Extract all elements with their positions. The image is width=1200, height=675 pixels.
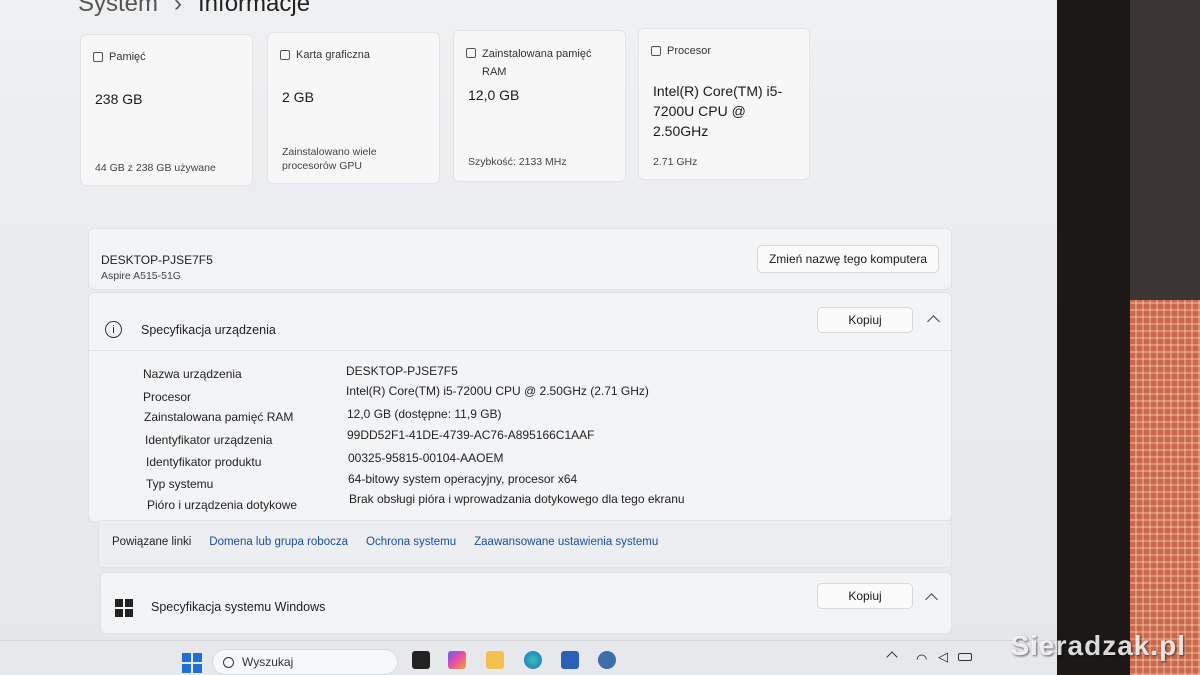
task-view-icon[interactable]: [412, 651, 430, 669]
card-ram: Zainstalowana pamięć RAM 12,0 GB Szybkoś…: [453, 30, 626, 182]
spec-label: Nazwa urządzenia: [143, 367, 242, 381]
spec-value: Brak obsługi pióra i wprowadzania dotyko…: [349, 492, 685, 506]
card-value: 2 GB: [282, 89, 314, 105]
spec-label: Identyfikator urządzenia: [145, 433, 273, 447]
graphics-card-icon: [280, 50, 290, 60]
card-detail: Szybkość: 2133 MHz: [468, 156, 567, 168]
spec-label: Identyfikator produktu: [146, 455, 262, 469]
memory-icon: [466, 48, 476, 58]
background-wall: [1128, 0, 1200, 300]
start-icon[interactable]: [182, 653, 202, 673]
windows-logo-icon: [115, 599, 133, 617]
spec-value: 00325-95815-00104-AAOEM: [348, 451, 504, 465]
card-title: Karta graficzna: [296, 49, 370, 61]
link-system-protection[interactable]: Ochrona systemu: [366, 536, 456, 548]
taskbar-search[interactable]: Wyszukaj: [212, 649, 398, 675]
storage-icon: [93, 52, 103, 62]
settings-gear-icon[interactable]: [598, 651, 616, 669]
battery-icon[interactable]: [958, 653, 972, 661]
spec-label: Pióro i urządzenia dotykowe: [147, 498, 298, 512]
volume-icon[interactable]: ◁: [938, 649, 948, 665]
link-domain-workgroup[interactable]: Domena lub grupa robocza: [209, 536, 348, 548]
background-tablecloth: [1128, 300, 1200, 675]
watermark-text: Sieradzak.pl: [1010, 630, 1186, 661]
computer-name-panel: DESKTOP-PJSE7F5 Aspire A515-51G Zmień na…: [88, 228, 952, 290]
card-value: 238 GB: [95, 91, 143, 107]
card-processor: Procesor Intel(R) Core(TM) i5-7200U CPU …: [638, 28, 810, 180]
info-icon: i: [105, 321, 122, 338]
spec-value: 99DD52F1-41DE-4739-AC76-A895166C1AAF: [347, 428, 595, 442]
search-icon: [223, 656, 234, 668]
copilot-icon[interactable]: [448, 651, 466, 669]
computer-name: DESKTOP-PJSE7F5: [101, 253, 213, 267]
search-placeholder: Wyszukaj: [242, 655, 294, 669]
card-value: 12,0 GB: [468, 87, 520, 103]
card-value: Intel(R) Core(TM) i5-7200U CPU @ 2.50GHz: [653, 83, 783, 139]
card-title: Pamięć: [109, 51, 146, 63]
breadcrumb: System › Informacje: [78, 0, 310, 18]
store-icon[interactable]: [561, 651, 579, 669]
chevron-up-icon[interactable]: [886, 651, 898, 663]
card-detail: Zainstalowano wiele procesorów GPU: [282, 146, 377, 172]
spec-label: Procesor: [143, 390, 192, 404]
related-links: Powiązane linki Domena lub grupa robocza…: [112, 536, 658, 548]
copy-device-spec-button[interactable]: Kopiuj: [817, 307, 913, 333]
device-spec-panel: i Specyfikacja urządzenia Kopiuj: [88, 292, 952, 522]
edge-icon[interactable]: [524, 651, 542, 669]
windows-spec-panel[interactable]: Specyfikacja systemu Windows Kopiuj: [100, 572, 952, 634]
spec-label: Zainstalowana pamięć RAM: [144, 410, 294, 424]
card-title: Procesor: [667, 45, 712, 57]
processor-icon: [651, 46, 661, 56]
card-detail: 44 GB z 238 GB używane: [95, 162, 216, 174]
copy-windows-spec-button[interactable]: Kopiuj: [817, 583, 913, 609]
settings-window: System › Informacje Pamięć 238 GB 44 GB …: [0, 0, 1057, 675]
spec-value: Intel(R) Core(TM) i5-7200U CPU @ 2.50GHz…: [346, 384, 649, 398]
spec-value: 12,0 GB (dostępne: 11,9 GB): [347, 407, 502, 421]
spec-value: DESKTOP-PJSE7F5: [346, 364, 458, 378]
rename-pc-button[interactable]: Zmień nazwę tego komputera: [757, 245, 939, 273]
card-storage: Pamięć 238 GB 44 GB z 238 GB używane: [80, 34, 253, 186]
link-advanced-system-settings[interactable]: Zaawansowane ustawienia systemu: [474, 536, 658, 548]
spec-label: Typ systemu: [146, 477, 214, 491]
breadcrumb-current: Informacje: [198, 0, 311, 17]
card-detail: 2.71 GHz: [653, 156, 698, 168]
device-spec-header[interactable]: i Specyfikacja urządzenia Kopiuj: [89, 293, 951, 351]
breadcrumb-separator: ›: [174, 0, 183, 17]
chevron-up-icon[interactable]: [925, 593, 938, 606]
breadcrumb-parent[interactable]: System: [78, 0, 158, 18]
computer-model: Aspire A515-51G: [101, 270, 181, 282]
card-graphics: Karta graficzna 2 GB Zainstalowano wiele…: [267, 32, 440, 184]
wifi-icon[interactable]: ◠: [916, 651, 927, 667]
chevron-up-icon[interactable]: [927, 315, 940, 328]
windows-spec-title: Specyfikacja systemu Windows: [151, 600, 326, 614]
card-title: Zainstalowana pamięć RAM: [482, 48, 592, 78]
spec-value: 64-bitowy system operacyjny, procesor x6…: [348, 472, 578, 486]
device-spec-title: Specyfikacja urządzenia: [141, 323, 276, 337]
laptop-bezel: [1055, 0, 1130, 675]
file-explorer-icon[interactable]: [486, 651, 504, 669]
taskbar: Wyszukaj ◠ ◁: [0, 640, 1057, 675]
related-links-label: Powiązane linki: [112, 536, 192, 548]
